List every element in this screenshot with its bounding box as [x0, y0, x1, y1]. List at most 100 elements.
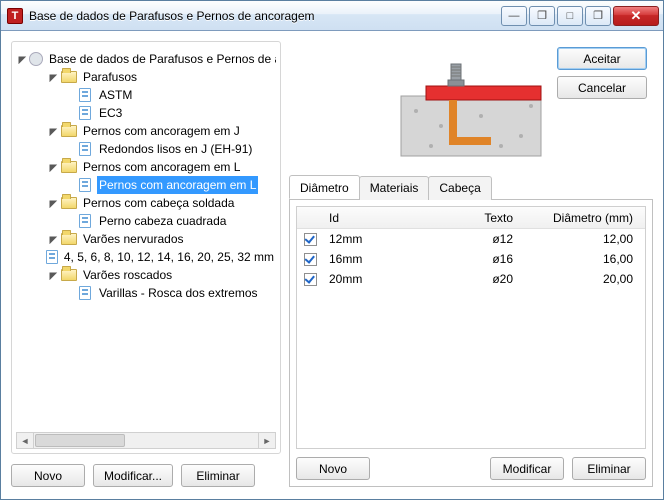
tree-item[interactable]: Varões roscados [18, 266, 276, 284]
tree-new-button[interactable]: Novo [11, 464, 85, 487]
anchor-l-icon [391, 46, 551, 166]
table-body: 12mmø1212,0016mmø1616,0020mmø2020,00 [297, 229, 645, 289]
tree-item[interactable]: Varões nervurados [18, 230, 276, 248]
cell-id: 20mm [323, 269, 443, 289]
document-icon [77, 105, 93, 121]
tree-item-label: 4, 5, 6, 8, 10, 12, 14, 16, 20, 25, 32 m… [62, 248, 276, 266]
document-icon [77, 285, 93, 301]
tree-item-label: Varillas - Rosca dos extremos [97, 284, 260, 302]
tab-strip: Diâmetro Materiais Cabeça [289, 175, 653, 200]
tab-body: Id Texto Diâmetro (mm) 12mmø1212,0016mmø… [289, 200, 653, 487]
tree-item[interactable]: Varillas - Rosca dos extremos [18, 284, 276, 302]
row-new-button[interactable]: Novo [296, 457, 370, 480]
tree-item[interactable]: Pernos com cabeça soldada [18, 194, 276, 212]
tree-item-label: Pernos com ancoragem em L [97, 176, 258, 194]
scroll-thumb[interactable] [35, 434, 125, 447]
restore-button-2[interactable]: ❐ [585, 6, 611, 26]
cell-id: 12mm [323, 229, 443, 249]
document-icon [77, 87, 93, 103]
folder-open-icon [61, 69, 77, 85]
accept-button[interactable]: Aceitar [557, 47, 647, 70]
tree-item[interactable]: Parafusos [18, 68, 276, 86]
tree-view[interactable]: Base de dados de Parafusos e Pernos de a… [16, 48, 276, 430]
tab-head[interactable]: Cabeça [428, 176, 491, 200]
tree-item-label: Parafusos [81, 68, 139, 86]
tree-modify-button[interactable]: Modificar... [93, 464, 173, 487]
tree-item[interactable]: Pernos com ancoragem em L [18, 158, 276, 176]
root-icon [29, 51, 43, 67]
cancel-button[interactable]: Cancelar [557, 76, 647, 99]
tab-button-row: Novo Modificar Eliminar [296, 457, 646, 480]
minimize-button[interactable]: — [501, 6, 527, 26]
left-button-row: Novo Modificar... Eliminar [11, 464, 281, 487]
tree-item[interactable]: ASTM [18, 86, 276, 104]
header-id: Id [323, 207, 443, 228]
tree-item-label: Base de dados de Parafusos e Pernos de a… [47, 50, 276, 68]
expand-collapse-icon[interactable] [48, 198, 59, 209]
tree-item-label: Varões nervurados [81, 230, 186, 248]
tree-item[interactable]: Perno cabeza cuadrada [18, 212, 276, 230]
header-text: Texto [443, 207, 543, 228]
tree-item-label: Pernos com ancoragem em J [81, 122, 242, 140]
row-delete-button[interactable]: Eliminar [572, 457, 646, 480]
window-title: Base de dados de Parafusos e Pernos de a… [29, 9, 501, 23]
document-icon [77, 213, 93, 229]
row-checkbox[interactable] [304, 233, 317, 246]
titlebar: T Base de dados de Parafusos e Pernos de… [1, 1, 663, 31]
expand-collapse-icon[interactable] [48, 162, 59, 173]
row-checkbox[interactable] [304, 253, 317, 266]
expand-collapse-icon[interactable] [48, 234, 59, 245]
table-row[interactable]: 16mmø1616,00 [297, 249, 645, 269]
folder-open-icon [61, 123, 77, 139]
cell-diameter: 12,00 [543, 229, 645, 249]
tab-diameter[interactable]: Diâmetro [289, 175, 360, 199]
diameter-table[interactable]: Id Texto Diâmetro (mm) 12mmø1212,0016mmø… [296, 206, 646, 449]
folder-open-icon [61, 231, 77, 247]
window-controls: — ❐ □ ❐ ✕ [501, 6, 659, 26]
app-icon: T [7, 8, 23, 24]
tree-item-label: Redondos lisos en J (EH-91) [97, 140, 254, 158]
tree-item-label: EC3 [97, 104, 124, 122]
tree-item-label: ASTM [97, 86, 134, 104]
expand-collapse-icon[interactable] [18, 54, 27, 65]
document-icon [77, 141, 93, 157]
dialog-window: T Base de dados de Parafusos e Pernos de… [0, 0, 664, 500]
expand-collapse-icon[interactable] [48, 126, 59, 137]
restore-button-1[interactable]: ❐ [529, 6, 555, 26]
tree-item-label: Perno cabeza cuadrada [97, 212, 228, 230]
document-icon [77, 177, 93, 193]
scroll-right-arrow-icon[interactable]: ► [258, 433, 275, 448]
expand-collapse-icon[interactable] [48, 270, 59, 281]
row-modify-button[interactable]: Modificar [490, 457, 564, 480]
row-checkbox[interactable] [304, 273, 317, 286]
expand-collapse-icon[interactable] [48, 72, 59, 83]
tree-item[interactable]: EC3 [18, 104, 276, 122]
cell-id: 16mm [323, 249, 443, 269]
table-row[interactable]: 20mmø2020,00 [297, 269, 645, 289]
tree-item-label: Pernos com ancoragem em L [81, 158, 242, 176]
cell-text: ø16 [443, 249, 543, 269]
close-button[interactable]: ✕ [613, 6, 659, 26]
left-panel: Base de dados de Parafusos e Pernos de a… [11, 41, 281, 487]
tab-materials[interactable]: Materiais [359, 176, 430, 200]
tree-item[interactable]: Redondos lisos en J (EH-91) [18, 140, 276, 158]
table-row[interactable]: 12mmø1212,00 [297, 229, 645, 249]
maximize-button[interactable]: □ [557, 6, 583, 26]
tree-item[interactable]: 4, 5, 6, 8, 10, 12, 14, 16, 20, 25, 32 m… [18, 248, 276, 266]
scroll-left-arrow-icon[interactable]: ◄ [17, 433, 34, 448]
tree-delete-button[interactable]: Eliminar [181, 464, 255, 487]
dialog-buttons: Aceitar Cancelar [557, 47, 647, 99]
tree-item[interactable]: Pernos com ancoragem em J [18, 122, 276, 140]
horizontal-scrollbar[interactable]: ◄ ► [16, 432, 276, 449]
tree-item[interactable]: Pernos com ancoragem em L [18, 176, 276, 194]
client-area: Base de dados de Parafusos e Pernos de a… [1, 31, 663, 499]
tree-root[interactable]: Base de dados de Parafusos e Pernos de a… [18, 50, 276, 68]
tree-groupbox: Base de dados de Parafusos e Pernos de a… [11, 41, 281, 454]
table-header: Id Texto Diâmetro (mm) [297, 207, 645, 229]
folder-open-icon [61, 267, 77, 283]
header-check [297, 207, 323, 228]
folder-open-icon [61, 195, 77, 211]
tree-item-label: Pernos com cabeça soldada [81, 194, 236, 212]
cell-text: ø12 [443, 229, 543, 249]
tree-item-label: Varões roscados [81, 266, 174, 284]
